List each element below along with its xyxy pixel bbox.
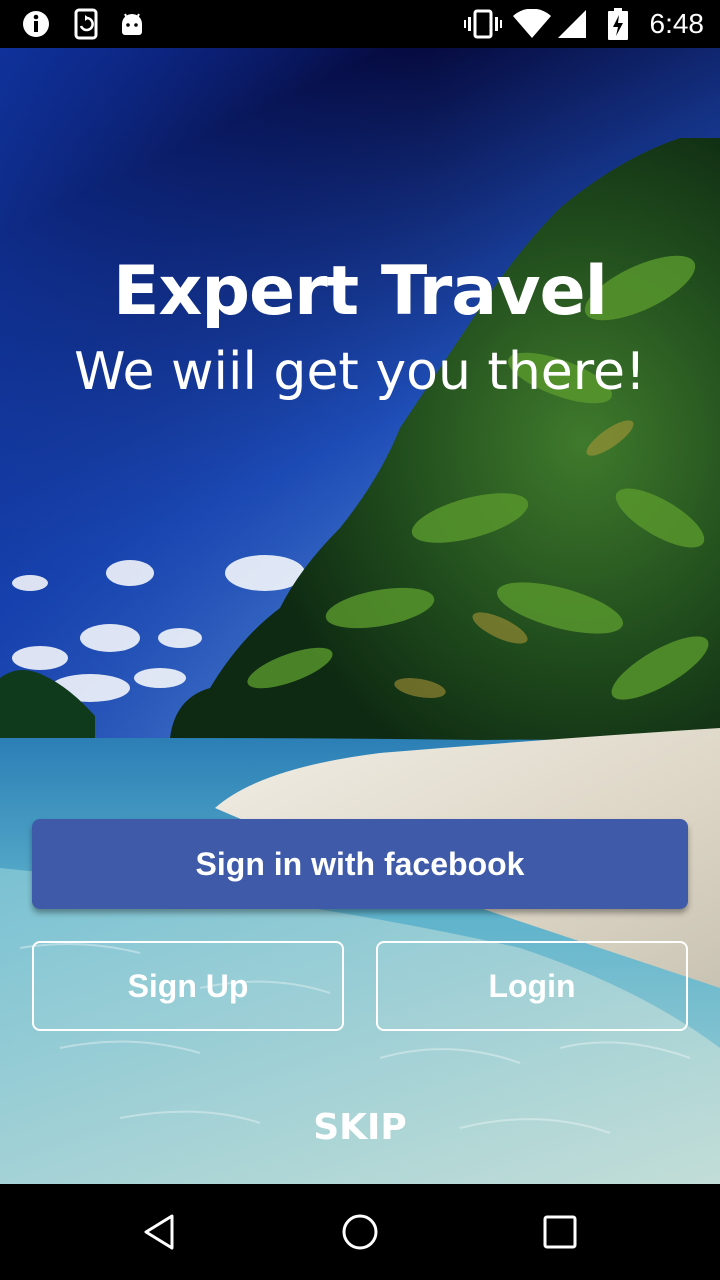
- home-icon[interactable]: [336, 1208, 384, 1256]
- screen: 6:48 Expert Travel We wiil get you there…: [0, 0, 720, 1280]
- info-icon: [20, 8, 52, 40]
- navigation-bar: [0, 1184, 720, 1280]
- facebook-signin-button[interactable]: Sign in with facebook: [32, 819, 688, 909]
- battery-charging-icon: [606, 8, 630, 40]
- vibrate-icon: [464, 8, 502, 40]
- android-icon: [118, 8, 146, 40]
- back-icon[interactable]: [136, 1208, 184, 1256]
- app-title: Expert Travel: [113, 252, 608, 331]
- signal-icon: [556, 8, 588, 40]
- screen-rotation-icon: [70, 8, 102, 40]
- status-bar: 6:48: [0, 0, 720, 48]
- recents-icon[interactable]: [536, 1208, 584, 1256]
- signup-button[interactable]: Sign Up: [32, 941, 344, 1031]
- app-tagline: We wiil get you there!: [74, 342, 646, 402]
- skip-button[interactable]: SKIP: [260, 1100, 460, 1156]
- login-button[interactable]: Login: [376, 941, 688, 1031]
- status-time: 6:48: [649, 8, 705, 39]
- wifi-icon: [512, 8, 552, 40]
